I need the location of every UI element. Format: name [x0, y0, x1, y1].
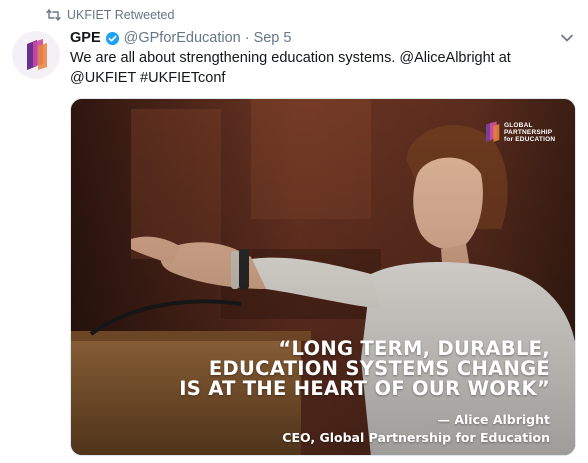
tweet[interactable]: UKFIET Retweeted GPE @GPforEducation · S…: [0, 0, 588, 463]
attribution-title: CEO, Global Partnership for Education: [282, 430, 550, 445]
tweet-header: GPE @GPforEducation · Sep 5: [70, 29, 291, 47]
attribution-name: — Alice Albright: [437, 412, 550, 427]
quote-line: EDUCATION SYSTEMS CHANGE: [208, 357, 550, 380]
handle[interactable]: @GPforEducation: [124, 29, 241, 47]
tweet-text-line: We are all about strengthening education…: [70, 50, 511, 66]
tweet-photo[interactable]: GLOBAL PARTNERSHIP for EDUCATION “LONG T…: [70, 98, 576, 456]
avatar[interactable]: [12, 31, 60, 79]
chevron-down-icon[interactable]: [560, 31, 574, 45]
retweet-icon: [46, 9, 61, 21]
brand-line: PARTNERSHIP: [504, 128, 553, 136]
timestamp[interactable]: Sep 5: [254, 29, 292, 47]
display-name[interactable]: GPE: [70, 29, 101, 47]
verified-badge-icon: [105, 31, 119, 45]
gpe-logo-icon: [27, 39, 47, 70]
separator-dot: ·: [244, 30, 250, 46]
gpe-brand-mark: GLOBAL PARTNERSHIP for EDUCATION: [482, 119, 555, 145]
tweet-text-line: @UKFIET #UKFIETconf: [70, 70, 226, 86]
brand-line: GLOBAL: [504, 121, 533, 129]
photo-scene: [71, 99, 575, 455]
quote-line: “LONG TERM, DURABLE,: [278, 337, 550, 360]
retweet-context: UKFIET Retweeted: [46, 8, 174, 22]
brand-text: GLOBAL PARTNERSHIP for EDUCATION: [504, 122, 555, 143]
gpe-logo-icon: [486, 121, 500, 142]
quote-attribution: — Alice Albright CEO, Global Partnership…: [282, 411, 550, 447]
photo-quote: “LONG TERM, DURABLE, EDUCATION SYSTEMS C…: [179, 339, 550, 399]
brand-line: for EDUCATION: [504, 135, 556, 143]
retweet-label[interactable]: UKFIET Retweeted: [67, 8, 174, 22]
tweet-text: We are all about strengthening education…: [70, 48, 575, 88]
quote-line: IS AT THE HEART OF OUR WORK”: [179, 377, 550, 400]
